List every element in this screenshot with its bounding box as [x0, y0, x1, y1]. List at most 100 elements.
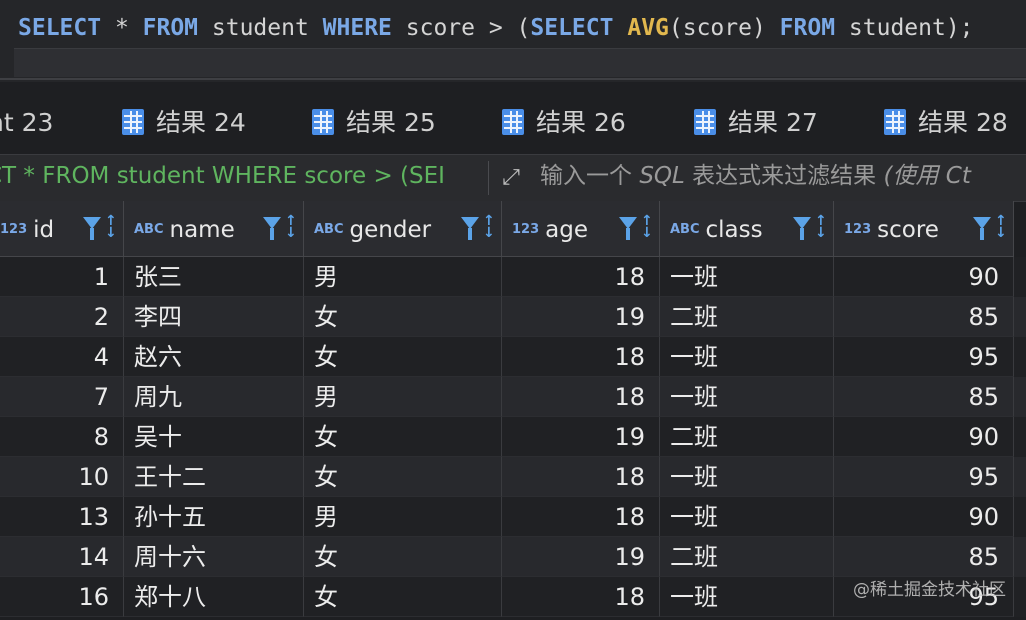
table-cell-gender[interactable]: 女: [304, 577, 502, 617]
table-cell-name[interactable]: 周九: [124, 377, 304, 417]
sql-editor[interactable]: SELECT * FROM student WHERE score > (SEL…: [0, 0, 1026, 82]
table-cell-name[interactable]: 吴十: [124, 417, 304, 457]
result-tab[interactable]: 结果 28: [884, 92, 1008, 154]
table-cell-id[interactable]: 2: [0, 297, 124, 337]
sort-arrows-icon[interactable]: ↑ ↓: [995, 214, 1007, 240]
result-tab[interactable]: 结果 26: [502, 92, 626, 154]
table-cell-gender[interactable]: 女: [304, 537, 502, 577]
table-row[interactable]: 1 张三男 18 一班 90: [0, 257, 1026, 297]
table-cell-gender[interactable]: 男: [304, 257, 502, 297]
result-tab-label: 结果 26: [536, 108, 626, 137]
table-cell-id[interactable]: 8: [0, 417, 124, 457]
table-cell-class[interactable]: 一班: [660, 257, 834, 297]
table-cell-score[interactable]: 90: [834, 417, 1014, 457]
table-cell-name[interactable]: 郑十八: [124, 577, 304, 617]
column-type-icon: ABC: [314, 222, 344, 237]
editor-current-line[interactable]: [14, 48, 1026, 77]
table-cell-class[interactable]: 一班: [660, 577, 834, 617]
table-cell-class[interactable]: 一班: [660, 497, 834, 537]
table-cell-name[interactable]: 孙十五: [124, 497, 304, 537]
table-cell-gender[interactable]: 女: [304, 457, 502, 497]
table-cell-name[interactable]: 李四: [124, 297, 304, 337]
table-cell-name[interactable]: 周十六: [124, 537, 304, 577]
table-cell-id[interactable]: 10: [0, 457, 124, 497]
column-header-name[interactable]: ABC name ↑ ↓: [124, 201, 304, 257]
table-cell-id[interactable]: 4: [0, 337, 124, 377]
sql-query-line[interactable]: SELECT * FROM student WHERE score > (SEL…: [18, 8, 974, 48]
table-cell-class[interactable]: 一班: [660, 337, 834, 377]
table-cell-class[interactable]: 二班: [660, 297, 834, 337]
filter-funnel-icon[interactable]: [461, 217, 479, 240]
table-cell-name[interactable]: 张三: [124, 257, 304, 297]
table-cell-gender[interactable]: 女: [304, 297, 502, 337]
table-cell-score[interactable]: 85: [834, 297, 1014, 337]
table-cell-id[interactable]: 14: [0, 537, 124, 577]
table-cell-score[interactable]: 95: [834, 457, 1014, 497]
column-header-score[interactable]: 123 score ↑ ↓: [834, 201, 1014, 257]
column-tools: ↑ ↓: [793, 214, 827, 243]
table-row[interactable]: 13 孙十五男 18 一班 90: [0, 497, 1026, 537]
table-cell-age[interactable]: 19: [502, 297, 660, 337]
sort-arrows-icon[interactable]: ↑ ↓: [285, 214, 297, 240]
table-cell-gender[interactable]: 男: [304, 497, 502, 537]
filter-funnel-icon[interactable]: [619, 217, 637, 240]
current-query-preview: CT * FROM student WHERE score > (SEI: [0, 155, 484, 201]
column-type-icon: ABC: [134, 222, 164, 237]
column-header-id[interactable]: 123 id ↑ ↓: [0, 201, 124, 257]
filter-funnel-icon[interactable]: [83, 217, 101, 240]
table-cell-score[interactable]: 85: [834, 377, 1014, 417]
table-cell-age[interactable]: 18: [502, 377, 660, 417]
filter-funnel-icon[interactable]: [973, 217, 991, 240]
table-cell-age[interactable]: 19: [502, 537, 660, 577]
table-cell-age[interactable]: 18: [502, 257, 660, 297]
table-cell-score[interactable]: 90: [834, 497, 1014, 537]
table-cell-gender[interactable]: 女: [304, 337, 502, 377]
table-cell-score[interactable]: 90: [834, 257, 1014, 297]
table-cell-score[interactable]: 95: [834, 337, 1014, 377]
table-cell-age[interactable]: 18: [502, 497, 660, 537]
sort-arrows-icon[interactable]: ↑ ↓: [641, 214, 653, 240]
table-cell-age[interactable]: 18: [502, 457, 660, 497]
table-cell-age[interactable]: 18: [502, 577, 660, 617]
table-cell-gender[interactable]: 女: [304, 417, 502, 457]
table-row[interactable]: 4 赵六女 18 一班 95: [0, 337, 1026, 377]
table-cell-class[interactable]: 一班: [660, 377, 834, 417]
sql-keyword: WHERE: [322, 15, 392, 41]
sort-arrows-icon[interactable]: ↑ ↓: [105, 214, 117, 240]
table-row[interactable]: 10 王十二女 18 一班 95: [0, 457, 1026, 497]
table-row[interactable]: 14 周十六女 19 二班 85: [0, 537, 1026, 577]
result-tab[interactable]: 结果 24: [122, 92, 246, 154]
table-cell-class[interactable]: 二班: [660, 417, 834, 457]
result-tab[interactable]: nt 23: [0, 92, 53, 154]
filter-input[interactable]: 输入一个 SQL 表达式来过滤结果 (使用 Ct: [540, 155, 971, 201]
sort-arrows-icon[interactable]: ↑ ↓: [483, 214, 495, 240]
table-row[interactable]: 8 吴十女 19 二班 90: [0, 417, 1026, 457]
column-header-class[interactable]: ABC class ↑ ↓: [660, 201, 834, 257]
column-name: age: [545, 217, 588, 243]
result-tab[interactable]: 结果 25: [312, 92, 436, 154]
column-header-label: ABC gender: [314, 201, 431, 257]
column-header-age[interactable]: 123 age ↑ ↓: [502, 201, 660, 257]
table-cell-id[interactable]: 16: [0, 577, 124, 617]
table-cell-class[interactable]: 二班: [660, 537, 834, 577]
table-cell-id[interactable]: 13: [0, 497, 124, 537]
table-row[interactable]: 2 李四女 19 二班 85: [0, 297, 1026, 337]
table-cell-name[interactable]: 赵六: [124, 337, 304, 377]
filter-funnel-icon[interactable]: [793, 217, 811, 240]
filter-funnel-icon[interactable]: [263, 217, 281, 240]
table-cell-score[interactable]: 85: [834, 537, 1014, 577]
table-cell-class[interactable]: 一班: [660, 457, 834, 497]
table-cell-gender[interactable]: 男: [304, 377, 502, 417]
sort-arrows-icon[interactable]: ↑ ↓: [815, 214, 827, 240]
result-tab[interactable]: 结果 27: [694, 92, 818, 154]
table-cell-id[interactable]: 1: [0, 257, 124, 297]
column-header-gender[interactable]: ABC gender ↑ ↓: [304, 201, 502, 257]
table-row[interactable]: 7 周九男 18 一班 85: [0, 377, 1026, 417]
table-cell-id[interactable]: 7: [0, 377, 124, 417]
expand-icon[interactable]: ⤢: [496, 163, 526, 193]
table-cell-name[interactable]: 王十二: [124, 457, 304, 497]
table-cell-age[interactable]: 18: [502, 337, 660, 377]
table-cell-age[interactable]: 19: [502, 417, 660, 457]
sql-text: student);: [835, 15, 974, 41]
sql-function: AVG: [627, 15, 669, 41]
